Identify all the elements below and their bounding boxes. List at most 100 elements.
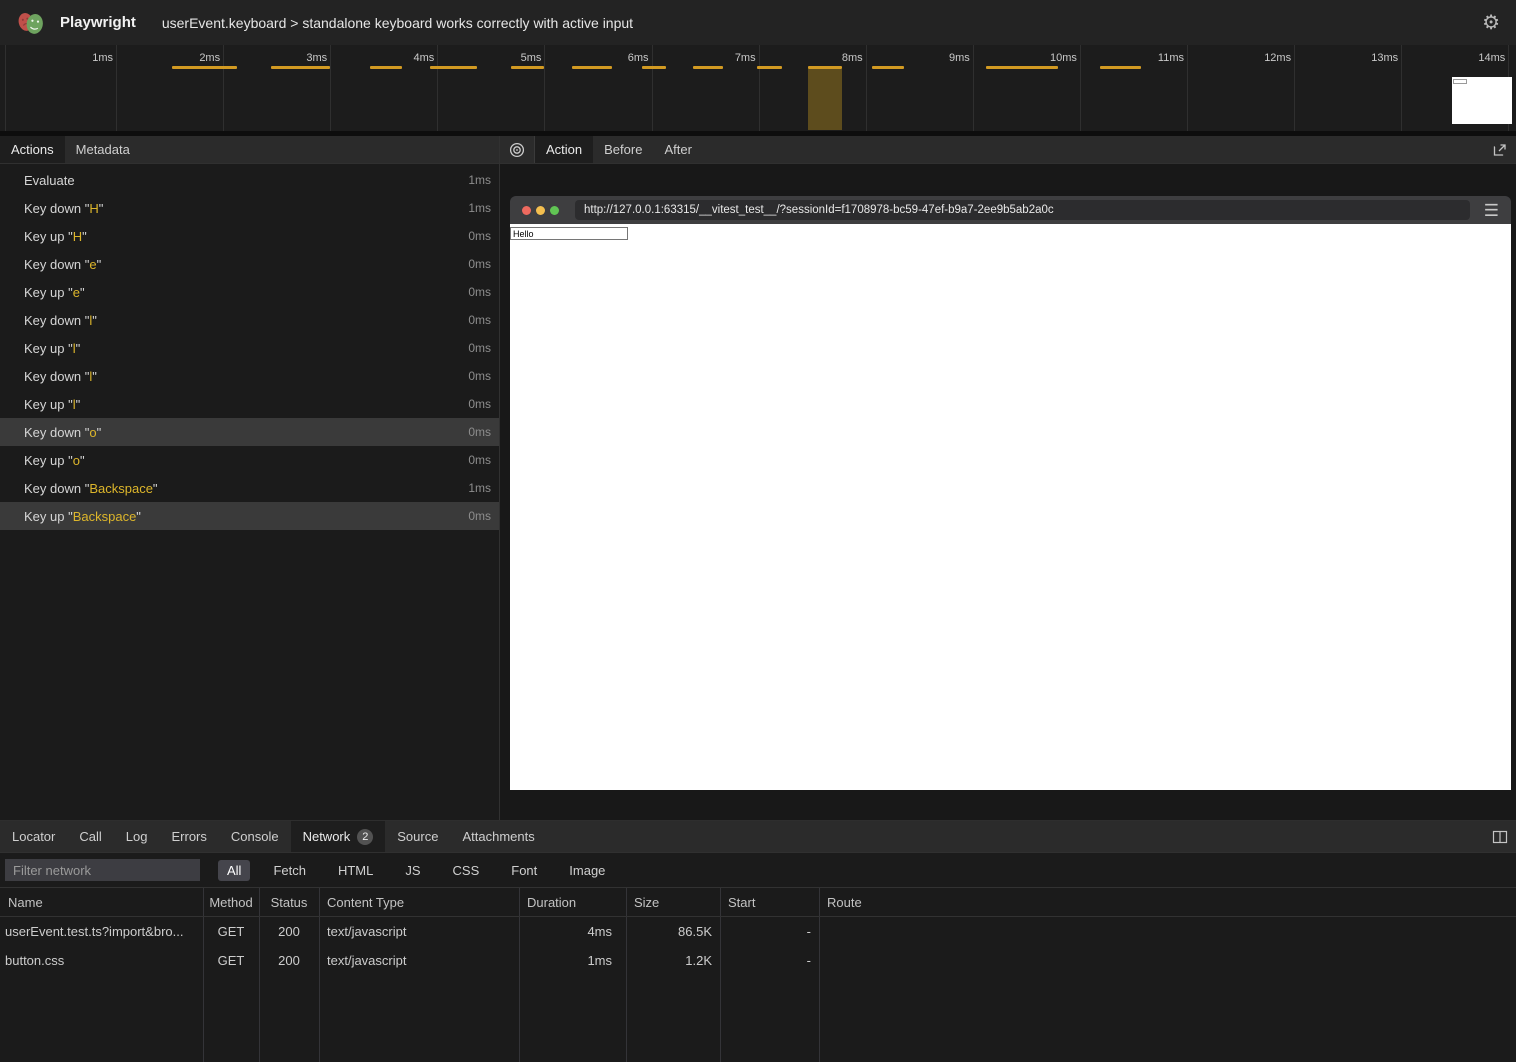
network-toolbar: All Fetch HTML JS CSS Font Image	[0, 853, 1516, 887]
tab-attachments[interactable]: Attachments	[450, 821, 546, 852]
action-row[interactable]: Key up "l"0ms	[0, 390, 499, 418]
settings-gear-icon[interactable]: ⚙	[1482, 13, 1500, 33]
filter-chip-font[interactable]: Font	[502, 860, 546, 881]
timeline-gridline	[223, 45, 224, 131]
network-table: NameMethodStatusContent TypeDurationSize…	[0, 887, 1516, 1062]
timeline-gridline	[759, 45, 760, 131]
cell-size: 86.5K	[626, 917, 720, 946]
tab-network[interactable]: Network2	[291, 821, 386, 852]
snapshot-page	[510, 224, 1511, 790]
action-row[interactable]: Key up "e"0ms	[0, 278, 499, 306]
snapshot-text-input[interactable]	[510, 227, 628, 240]
action-row[interactable]: Key down "H"1ms	[0, 194, 499, 222]
cell-size: 1.2K	[626, 946, 720, 975]
toggle-layout-button[interactable]	[1492, 829, 1508, 848]
traffic-light-green-icon	[550, 206, 559, 215]
action-row[interactable]: Key down "o"0ms	[0, 418, 499, 446]
action-row[interactable]: Key up "o"0ms	[0, 446, 499, 474]
tab-log[interactable]: Log	[114, 821, 160, 852]
app-bar: Playwright userEvent.keyboard > standalo…	[0, 0, 1516, 45]
filter-chip-image[interactable]: Image	[560, 860, 614, 881]
column-header-method: Method	[203, 888, 259, 916]
timeline-screenshot-thumbnail[interactable]	[1452, 77, 1512, 124]
action-title: Key down "H"	[24, 201, 468, 216]
traffic-light-red-icon	[522, 206, 531, 215]
action-duration: 0ms	[468, 341, 491, 355]
cell-route	[819, 917, 1516, 946]
action-duration: 0ms	[468, 257, 491, 271]
timeline-tick-label: 1ms	[43, 52, 113, 64]
filter-chip-html[interactable]: HTML	[329, 860, 382, 881]
cell-status: 200	[259, 917, 319, 946]
timeline-gridline	[973, 45, 974, 131]
action-row[interactable]: Evaluate1ms	[0, 166, 499, 194]
action-title: Key down "Backspace"	[24, 481, 468, 496]
tab-after[interactable]: After	[653, 136, 702, 163]
tab-action[interactable]: Action	[535, 136, 593, 163]
action-row[interactable]: Key up "l"0ms	[0, 334, 499, 362]
tab-call[interactable]: Call	[67, 821, 113, 852]
network-request-row[interactable]: userEvent.test.ts?import&bro...GET200tex…	[0, 917, 1516, 946]
tab-errors[interactable]: Errors	[159, 821, 218, 852]
tab-source[interactable]: Source	[385, 821, 450, 852]
action-row[interactable]: Key up "Backspace"0ms	[0, 502, 499, 530]
filter-chip-fetch[interactable]: Fetch	[264, 860, 315, 881]
action-duration: 1ms	[468, 173, 491, 187]
action-key-value: H	[89, 201, 98, 216]
cell-method: GET	[203, 917, 259, 946]
tab-console[interactable]: Console	[219, 821, 291, 852]
action-row[interactable]: Key down "e"0ms	[0, 250, 499, 278]
tab-before[interactable]: Before	[593, 136, 653, 163]
trace-viewer: Playwright userEvent.keyboard > standalo…	[0, 0, 1516, 1062]
tab-locator[interactable]: Locator	[0, 821, 67, 852]
timeline-action-bar	[370, 66, 402, 69]
timeline-gridline	[1401, 45, 1402, 131]
network-request-row[interactable]: button.cssGET200text/javascript1ms1.2K-	[0, 946, 1516, 975]
action-row[interactable]: Key down "l"0ms	[0, 306, 499, 334]
action-title: Key up "Backspace"	[24, 509, 468, 524]
thumbnail-input-box	[1453, 79, 1467, 84]
timeline-action-bar	[172, 66, 237, 69]
action-title: Key down "l"	[24, 369, 468, 384]
action-row[interactable]: Key down "Backspace"1ms	[0, 474, 499, 502]
cell-name: button.css	[0, 946, 203, 975]
action-key-value: l	[73, 341, 76, 356]
timeline-tick-label: 7ms	[686, 52, 756, 64]
action-key-value: o	[73, 453, 80, 468]
tab-label: Network	[303, 829, 351, 844]
menu-icon: ☰	[1484, 202, 1499, 219]
timeline-gridline	[1080, 45, 1081, 131]
browser-chrome-bar: http://127.0.0.1:63315/__vitest_test__/?…	[510, 196, 1511, 224]
tab-label: Errors	[171, 829, 206, 844]
timeline[interactable]: 1ms2ms3ms4ms5ms6ms7ms8ms9ms10ms11ms12ms1…	[0, 45, 1516, 136]
timeline-action-bar	[872, 66, 904, 69]
action-key-value: l	[89, 369, 92, 384]
action-row[interactable]: Key down "l"0ms	[0, 362, 499, 390]
action-duration: 1ms	[468, 201, 491, 215]
pick-locator-button[interactable]	[500, 136, 535, 163]
action-title: Key up "l"	[24, 341, 468, 356]
cell-start: -	[720, 946, 819, 975]
page-url: http://127.0.0.1:63315/__vitest_test__/?…	[584, 204, 1054, 216]
tab-label: Locator	[12, 829, 55, 844]
open-snapshot-external-button[interactable]	[1492, 142, 1508, 161]
tab-label: Console	[231, 829, 279, 844]
filter-chip-css[interactable]: CSS	[444, 860, 489, 881]
timeline-tick-label: 8ms	[793, 52, 863, 64]
column-header-size: Size	[626, 888, 720, 916]
action-row[interactable]: Key up "H"0ms	[0, 222, 499, 250]
test-title: userEvent.keyboard > standalone keyboard…	[162, 15, 633, 31]
timeline-action-bar	[572, 66, 612, 69]
tab-actions[interactable]: Actions	[0, 136, 65, 163]
filter-chip-all[interactable]: All	[218, 860, 250, 881]
action-key-value: Backspace	[89, 481, 153, 496]
action-duration: 0ms	[468, 369, 491, 383]
network-filter-input[interactable]	[5, 859, 200, 881]
filter-chip-js[interactable]: JS	[396, 860, 429, 881]
snapshot-area: http://127.0.0.1:63315/__vitest_test__/?…	[500, 164, 1516, 820]
tab-label: Actions	[11, 142, 54, 157]
traffic-light-yellow-icon	[536, 206, 545, 215]
timeline-tick-label: 6ms	[579, 52, 649, 64]
actions-list: Evaluate1msKey down "H"1msKey up "H"0msK…	[0, 164, 499, 820]
tab-metadata[interactable]: Metadata	[65, 136, 141, 163]
